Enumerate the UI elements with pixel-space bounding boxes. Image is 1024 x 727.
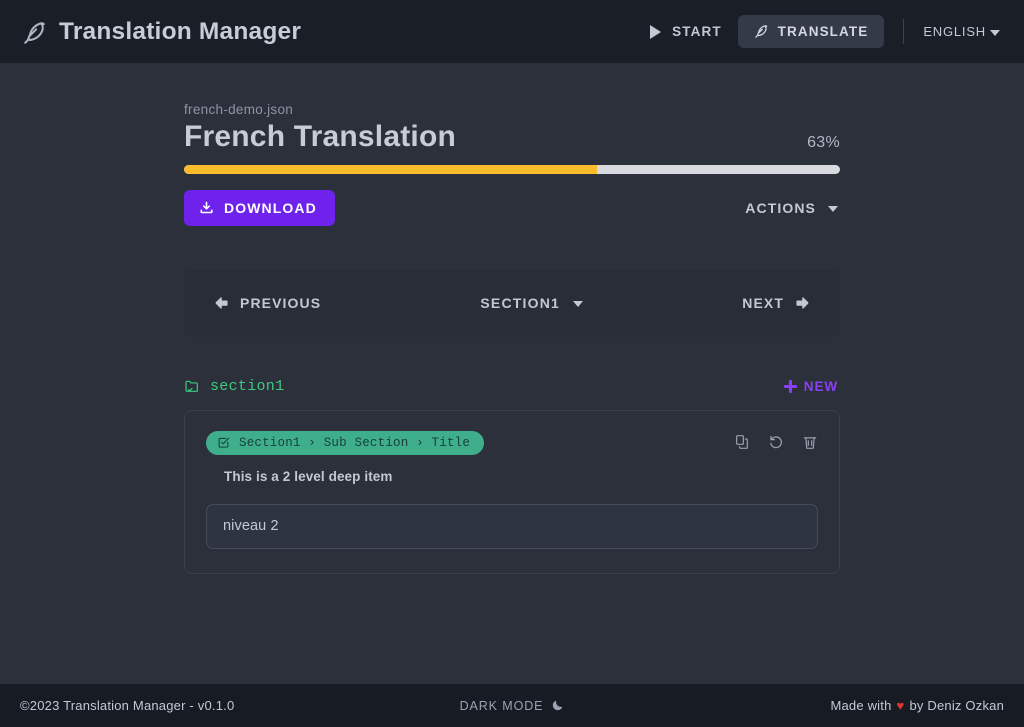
download-button-label: DOWNLOAD: [224, 199, 317, 216]
dark-mode-label: DARK MODE: [459, 698, 544, 713]
entry-path-badge[interactable]: Section1 › Sub Section › Title: [206, 430, 485, 455]
download-icon: [199, 200, 214, 215]
next-button-label: NEXT: [742, 295, 784, 311]
credit-text: Made with ♥ by Deniz Ozkan: [830, 698, 1004, 713]
entry-card-header: Section1 › Sub Section › Title: [206, 430, 818, 455]
previous-button[interactable]: PREVIOUS: [212, 287, 323, 319]
play-icon: [648, 24, 663, 39]
previous-button-label: PREVIOUS: [240, 295, 322, 311]
checkbox-icon: [217, 436, 230, 449]
chevron-down-icon: [990, 29, 1000, 36]
feather-icon: [22, 20, 48, 46]
language-selector[interactable]: ENGLISH: [921, 18, 1002, 45]
section-navigation: PREVIOUS SECTION1 NEXT: [184, 269, 840, 337]
next-button[interactable]: NEXT: [740, 287, 812, 319]
delete-button[interactable]: [801, 434, 818, 451]
header-divider: [903, 19, 905, 44]
progress-percent-label: 63%: [807, 133, 840, 151]
chevron-down-icon: [573, 301, 584, 307]
start-button[interactable]: START: [632, 15, 738, 48]
section-name: section1: [210, 377, 285, 395]
actions-dropdown[interactable]: ACTIONS: [743, 192, 840, 224]
section-name-group: section1: [184, 378, 284, 395]
main-content: french-demo.json French Translation 63%: [0, 63, 1024, 684]
app-header: Translation Manager START TRANSLATE ENGL…: [0, 0, 1024, 63]
app-root: Translation Manager START TRANSLATE ENGL…: [0, 0, 1024, 727]
translate-button[interactable]: TRANSLATE: [737, 15, 885, 48]
header-actions: START TRANSLATE ENGLISH: [632, 15, 1002, 48]
revert-button[interactable]: [767, 434, 784, 451]
app-footer: ©2023 Translation Manager - v0.1.0 DARK …: [0, 684, 1024, 727]
translate-button-label: TRANSLATE: [777, 24, 869, 39]
trash-icon: [802, 434, 818, 450]
actions-dropdown-label: ACTIONS: [745, 199, 816, 216]
dark-mode-toggle[interactable]: DARK MODE: [456, 693, 569, 719]
section-selector-label: SECTION1: [480, 295, 561, 311]
translation-value-input[interactable]: [206, 503, 818, 549]
start-button-label: START: [672, 24, 722, 39]
section-selector[interactable]: SECTION1: [478, 287, 585, 319]
translation-entry-card: Section1 › Sub Section › Title This is a…: [184, 409, 840, 574]
chevron-down-icon: [828, 205, 838, 212]
folder-check-icon: [184, 378, 200, 394]
feather-icon: [754, 24, 769, 39]
language-label: ENGLISH: [923, 24, 986, 39]
plus-icon: [783, 379, 797, 393]
file-name: french-demo.json: [184, 102, 294, 117]
document-actions: DOWNLOAD ACTIONS: [184, 189, 840, 226]
app-title: Translation Manager: [59, 17, 302, 45]
progress-bar-fill: [184, 164, 598, 174]
new-entry-button-label: NEW: [803, 378, 838, 394]
entry-description: This is a 2 level deep item: [224, 468, 393, 484]
copy-icon: [734, 434, 750, 450]
undo-icon: [768, 434, 784, 450]
credit-prefix: Made with: [830, 698, 892, 713]
brand: Translation Manager: [22, 18, 301, 46]
page-title: French Translation: [184, 120, 456, 153]
new-entry-button[interactable]: NEW: [782, 375, 840, 398]
copyright-text: ©2023 Translation Manager - v0.1.0: [20, 698, 235, 713]
content-container: french-demo.json French Translation 63%: [184, 63, 840, 574]
arrow-right-icon: [795, 296, 810, 310]
entry-path-text: Section1 › Sub Section › Title: [239, 435, 471, 450]
entry-card-actions: [733, 431, 818, 451]
credit-suffix: by Deniz Ozkan: [909, 698, 1004, 713]
document-title-row: French Translation 63%: [184, 120, 840, 155]
copy-button[interactable]: [733, 434, 750, 451]
moon-icon: [551, 699, 564, 712]
arrow-left-icon: [214, 296, 229, 310]
download-button[interactable]: DOWNLOAD: [184, 189, 335, 226]
heart-icon: ♥: [896, 698, 905, 713]
progress-bar: [184, 164, 840, 174]
section-header: section1 NEW: [184, 375, 840, 398]
